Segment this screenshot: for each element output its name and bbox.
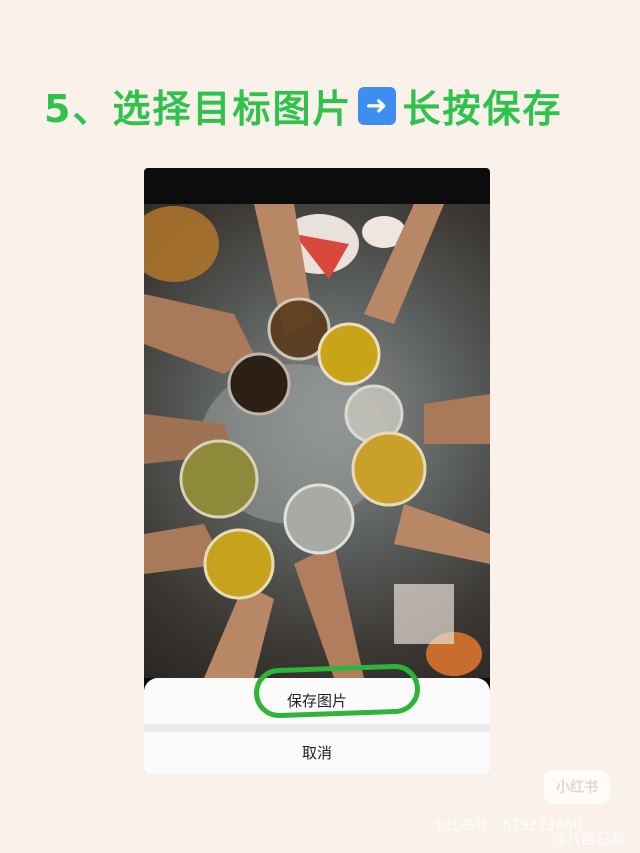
weibo-watermark: @八酱日常 <box>550 830 626 848</box>
toast-photo-illustration <box>144 204 490 678</box>
step-title: 5、选择目标图片 ➜ 长按保存 <box>44 78 562 133</box>
highlight-circle <box>253 663 421 719</box>
xiaohongshu-logo: 小红书 <box>544 770 610 804</box>
step-title-text: 5、选择目标图片 <box>44 87 353 131</box>
sheet-divider <box>144 724 490 732</box>
toast-photo[interactable] <box>144 204 490 678</box>
right-arrow-icon: ➜ <box>358 86 397 125</box>
step-title-text-after: 长按保存 <box>402 87 563 131</box>
cancel-button[interactable]: 取消 <box>144 732 490 774</box>
